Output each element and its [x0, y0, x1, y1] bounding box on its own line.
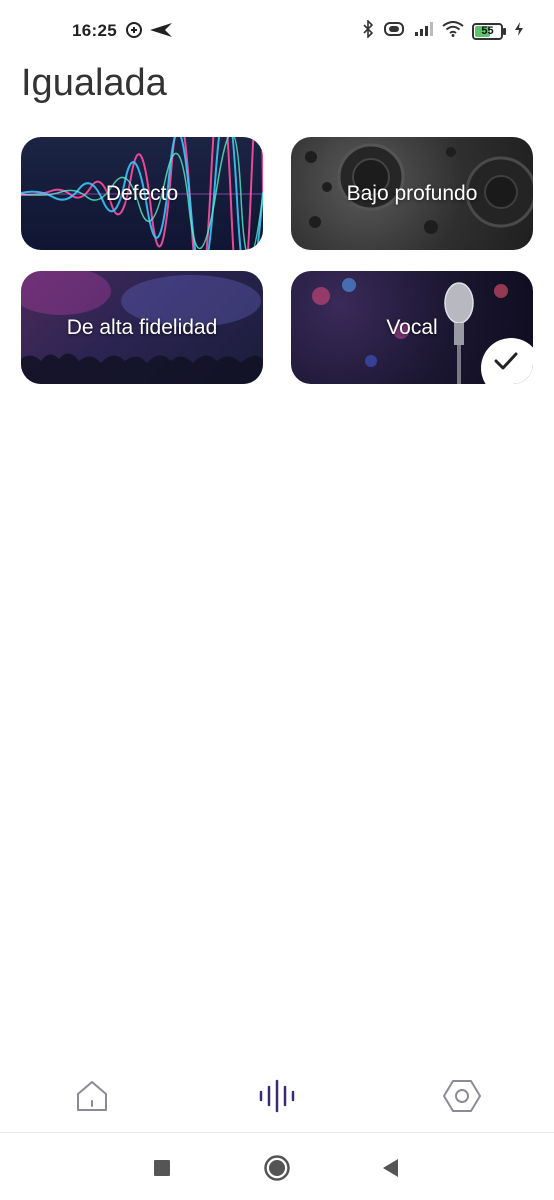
preset-label: Defecto [105, 181, 179, 205]
bluetooth-icon [362, 19, 374, 43]
recent-apps-button[interactable] [147, 1153, 177, 1183]
back-button[interactable] [376, 1153, 406, 1183]
nav-settings[interactable] [440, 1074, 484, 1118]
bottom-navigation [0, 1060, 554, 1132]
status-bar: 16:25 55 [0, 0, 554, 64]
preset-label: De alta fidelidad [66, 315, 218, 339]
charging-icon [514, 21, 524, 42]
equalizer-icon [259, 1079, 295, 1113]
home-circle-icon [264, 1155, 290, 1181]
equalizer-screen: 16:25 55 Igualada Defecto Bajo profundo … [0, 0, 554, 1200]
preset-label: Bajo profundo [346, 181, 478, 205]
system-navigation-bar [0, 1133, 554, 1200]
status-right-icons: 55 [362, 19, 524, 43]
vibrate-icon [382, 21, 406, 42]
settings-icon [443, 1080, 481, 1112]
send-icon [149, 22, 173, 43]
nav-home[interactable] [70, 1074, 114, 1118]
checkmark-icon [494, 352, 518, 370]
signal-icon [414, 21, 434, 42]
preset-card-bajo-profundo[interactable]: Bajo profundo [291, 137, 533, 250]
back-icon [383, 1159, 398, 1177]
status-left-icons [125, 21, 173, 44]
preset-card-alta-fidelidad[interactable]: De alta fidelidad [21, 271, 263, 384]
page-title: Igualada [21, 62, 167, 104]
preset-card-vocal[interactable]: Vocal [291, 271, 533, 384]
status-time: 16:25 [72, 21, 117, 40]
nav-equalizer[interactable] [255, 1074, 299, 1118]
system-home-button[interactable] [262, 1153, 292, 1183]
home-icon [77, 1081, 107, 1111]
wifi-icon [442, 21, 464, 42]
vpn-icon [125, 21, 143, 44]
recent-apps-icon [154, 1160, 170, 1176]
battery-level: 55 [481, 25, 494, 37]
preset-card-defecto[interactable]: Defecto [21, 137, 263, 250]
battery-icon: 55 [472, 23, 506, 40]
